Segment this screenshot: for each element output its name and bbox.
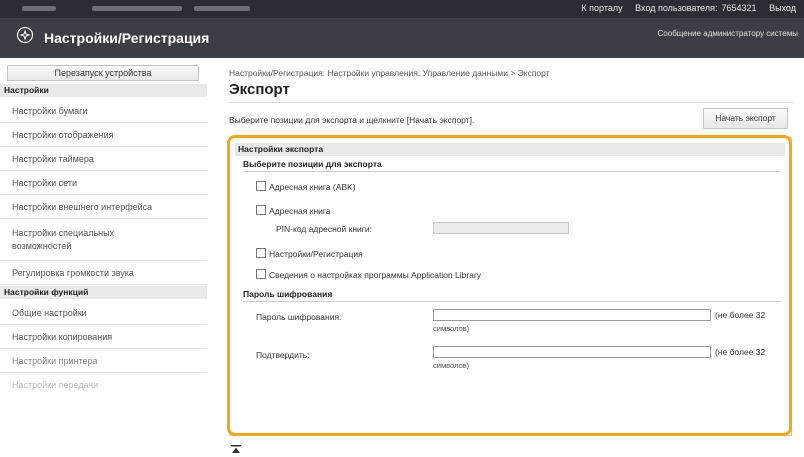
scroll-to-top-icon[interactable] (231, 445, 241, 457)
confirm-password-input[interactable] (433, 346, 711, 358)
encryption-header: Пароль шифрования (243, 289, 333, 299)
restart-device-button[interactable]: Перезапуск устройства (7, 65, 199, 81)
pin-label: PIN-код адресной книги: (276, 224, 372, 234)
sidebar-item-accessibility[interactable]: Настройки специальных возможностей (0, 219, 207, 261)
sidebar-item-network[interactable]: Настройки сети (0, 171, 207, 195)
sidebar: Перезапуск устройства Настройки Настройк… (0, 58, 207, 457)
max-length-note-cont: символов) (433, 324, 470, 333)
abk-option[interactable]: Адресная книга (ABK) (256, 181, 356, 192)
admin-message-link[interactable]: Сообщение администратору системы (658, 29, 798, 38)
sidebar-item-paper[interactable]: Настройки бумаги (0, 99, 207, 123)
instruction-text: Выберите позиции для экспорта и щелкните… (229, 115, 475, 125)
portal-link[interactable]: К порталу (581, 3, 622, 13)
address-book-option[interactable]: Адресная книга (256, 205, 331, 216)
logout-link[interactable]: Выход (769, 3, 796, 13)
max-length-note-cont: символов) (433, 361, 470, 370)
sidebar-section-settings: Настройки (0, 84, 207, 97)
sidebar-item-volume[interactable]: Регулировка громкости звука (0, 261, 207, 285)
select-items-header: Выберите позиции для экспорта (243, 159, 382, 169)
app-title: Настройки/Регистрация (44, 30, 210, 46)
app-library-checkbox[interactable] (256, 269, 266, 279)
confirm-label: Подтвердить: (256, 350, 310, 360)
divider (243, 301, 781, 302)
max-length-note: (не более 32 (715, 347, 766, 357)
export-settings-panel: Настройки экспорта Выберите позиции для … (227, 135, 792, 436)
app-library-label: Сведения о настройках программы Applicat… (269, 270, 481, 280)
user-id: 7654321 (721, 3, 757, 13)
pin-input[interactable] (433, 222, 569, 234)
sidebar-item-display[interactable]: Настройки отображения (0, 123, 207, 147)
top-bar: К порталу Вход пользователя: 7654321 Выхо… (0, 0, 804, 18)
page-title: Экспорт (229, 81, 290, 98)
blurred-text (92, 6, 182, 11)
sidebar-item-copy[interactable]: Настройки копирования (0, 325, 207, 349)
divider (229, 102, 794, 103)
max-length-note: (не более 32 (715, 310, 766, 320)
sidebar-item-timer[interactable]: Настройки таймера (0, 147, 207, 171)
sidebar-item-send[interactable]: Настройки передачи (0, 373, 207, 397)
app-header: Настройки/Регистрация Сообщение админист… (0, 18, 804, 58)
login-user-label: Вход пользователя: (635, 3, 718, 13)
divider (243, 171, 781, 172)
blurred-text (22, 6, 56, 11)
sidebar-item-external-interface[interactable]: Настройки внешнего интерфейса (0, 195, 207, 219)
breadcrumb: Настройки/Регистрация: Настройки управле… (229, 68, 550, 78)
sidebar-section-functions: Настройки функций (0, 286, 207, 299)
address-book-label: Адресная книга (269, 206, 331, 216)
settings-registration-label: Настройки/Регистрация (269, 249, 363, 259)
panel-title: Настройки экспорта (235, 143, 785, 156)
abk-label: Адресная книга (ABK) (269, 182, 356, 192)
encryption-password-label: Пароль шифрования: (256, 312, 342, 322)
encryption-password-input[interactable] (433, 309, 711, 321)
blurred-text (194, 6, 250, 11)
top-links: К порталу Вход пользователя: 7654321 Выхо… (571, 3, 796, 13)
sidebar-item-printer[interactable]: Настройки принтера (0, 349, 207, 373)
start-export-button[interactable]: Начать экспорт (703, 108, 788, 129)
settings-logo-icon (16, 26, 34, 44)
sidebar-item-common[interactable]: Общие настройки (0, 301, 207, 325)
address-book-checkbox[interactable] (256, 205, 266, 215)
settings-registration-checkbox[interactable] (256, 248, 266, 258)
settings-registration-option[interactable]: Настройки/Регистрация (256, 248, 363, 259)
abk-checkbox[interactable] (256, 181, 266, 191)
app-library-option[interactable]: Сведения о настройках программы Applicat… (256, 269, 481, 280)
